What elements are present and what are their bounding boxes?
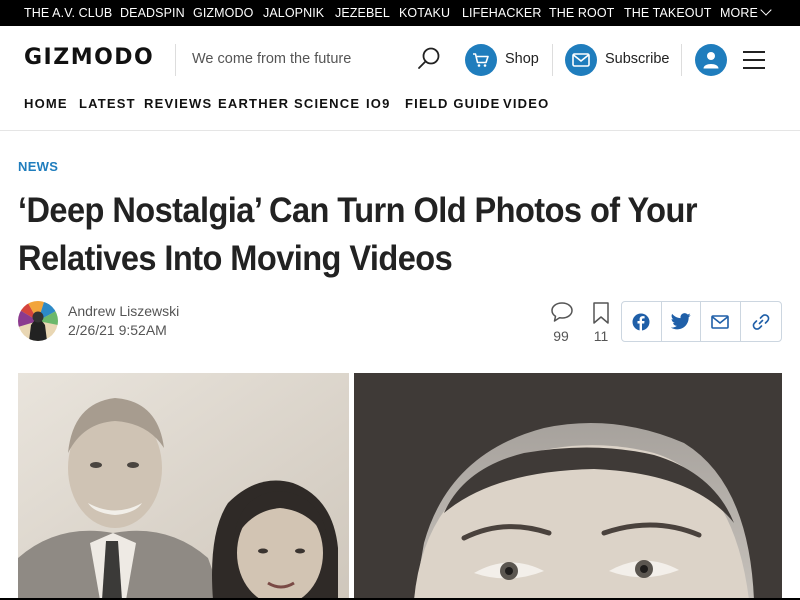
article-kicker[interactable]: NEWS	[18, 159, 58, 174]
network-link-lifehacker[interactable]: LIFEHACKER	[462, 0, 542, 26]
user-icon	[703, 52, 719, 69]
link-icon	[752, 313, 770, 330]
publish-date: 2/26/21 9:52AM	[68, 322, 167, 338]
article-headline: ‘Deep Nostalgia’ Can Turn Old Photos of …	[18, 187, 706, 283]
comments-button[interactable]	[549, 301, 575, 328]
network-link-kotaku[interactable]: KOTAKU	[399, 0, 450, 26]
share-link-button[interactable]	[741, 302, 781, 341]
nav-item-io9[interactable]: IO9	[366, 96, 391, 111]
facebook-icon	[632, 313, 650, 331]
hero-image-couple-photo	[18, 373, 349, 600]
network-more-button[interactable]: MORE	[720, 0, 772, 26]
network-link-gizmodo[interactable]: GIZMODO	[193, 0, 253, 26]
save-count: 11	[593, 328, 609, 344]
share-twitter-button[interactable]	[662, 302, 701, 341]
subscribe-label: Subscribe	[605, 51, 670, 67]
nav-item-earther[interactable]: EARTHER	[218, 96, 289, 111]
twitter-icon	[670, 313, 691, 330]
nav-item-reviews[interactable]: REVIEWS	[144, 96, 212, 111]
chevron-down-icon	[760, 4, 772, 16]
search-button[interactable]	[416, 46, 442, 72]
save-button[interactable]	[590, 301, 612, 330]
comment-icon	[551, 302, 573, 322]
search-icon	[418, 47, 440, 69]
network-link-theroot[interactable]: THE ROOT	[549, 0, 614, 26]
shop-label: Shop	[505, 51, 539, 67]
comment-count: 99	[553, 328, 569, 344]
menu-button[interactable]	[743, 51, 765, 69]
network-link-jalopnik[interactable]: JALOPNIK	[263, 0, 324, 26]
author-avatar[interactable]	[18, 301, 58, 341]
tagline: We come from the future	[192, 51, 352, 67]
network-link-avclub[interactable]: THE A.V. CLUB	[24, 0, 112, 26]
header-divider	[681, 44, 682, 76]
nav-item-science[interactable]: SCIENCE	[294, 96, 360, 111]
header-divider	[175, 44, 176, 76]
network-more-label: MORE	[720, 6, 758, 20]
hero-image-woman-portrait	[354, 373, 782, 600]
share-email-button[interactable]	[701, 302, 741, 341]
author-name[interactable]: Andrew Liszewski	[68, 303, 179, 319]
hamburger-icon	[743, 51, 765, 53]
account-button[interactable]	[695, 44, 727, 76]
site-logo[interactable]: GIZMODO	[24, 45, 154, 70]
headline-line-1: ‘Deep Nostalgia’ Can Turn Old Photos of …	[18, 191, 698, 230]
share-facebook-button[interactable]	[622, 302, 662, 341]
hamburger-icon-bar	[743, 59, 765, 61]
network-bar: THE A.V. CLUB DEADSPIN GIZMODO JALOPNIK …	[0, 0, 800, 26]
network-link-jezebel[interactable]: JEZEBEL	[335, 0, 390, 26]
nav-item-field-guide[interactable]: FIELD GUIDE	[405, 96, 501, 111]
headline-line-2: Relatives Into Moving Videos	[18, 239, 453, 278]
nav-item-latest[interactable]: LATEST	[79, 96, 136, 111]
email-icon	[711, 314, 730, 329]
nav-divider	[0, 130, 800, 131]
network-link-deadspin[interactable]: DEADSPIN	[120, 0, 185, 26]
header-divider	[552, 44, 553, 76]
mail-icon	[565, 44, 597, 76]
nav-item-home[interactable]: HOME	[24, 96, 68, 111]
nav-item-video[interactable]: VIDEO	[503, 96, 549, 111]
network-link-thetakeout[interactable]: THE TAKEOUT	[624, 0, 711, 26]
share-buttons	[621, 301, 782, 342]
bookmark-icon	[593, 302, 609, 324]
hamburger-icon-bar	[743, 67, 765, 69]
cart-icon	[465, 44, 497, 76]
